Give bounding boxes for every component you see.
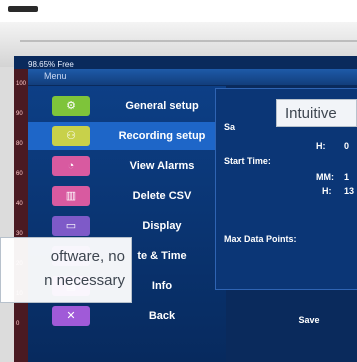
menu-item-label: Delete CSV (132, 190, 192, 202)
device-body: 98.65% Free Menu 100 90 80 60 40 30 20 1… (0, 22, 357, 362)
frame-edge (20, 40, 357, 42)
scale-tick: 40 (16, 201, 23, 207)
record-icon: ⚇ (52, 126, 90, 146)
free-space-label: 98.65% Free (28, 60, 74, 69)
menu-item-general-setup[interactable]: ⚙ General setup (28, 92, 226, 120)
top-bezel (0, 0, 357, 22)
callout-line: oftware, no (50, 248, 125, 265)
scale-tick: 90 (16, 111, 23, 117)
menu-panel: ⚙ General setup ⚇ Recording setup ◔ View… (28, 86, 226, 362)
callout-line: n necessary (44, 272, 125, 289)
menu-item-label: Display (142, 220, 182, 232)
menu-item-display[interactable]: ▭ Display (28, 212, 226, 240)
scale-tick: 60 (16, 171, 23, 177)
max-data-points-label: Max Data Points: (224, 234, 297, 244)
menu-item-label: View Alarms (129, 160, 195, 172)
sample-hours-value[interactable]: 0 (344, 141, 349, 151)
start-hours-label: H: (322, 186, 332, 196)
gear-icon: ⚙ (52, 96, 90, 116)
back-icon: ✕ (52, 306, 90, 326)
scale-tick: 100 (16, 81, 27, 87)
trash-icon: ▥ (52, 186, 90, 206)
camera-notch (8, 6, 38, 12)
menu-item-recording-setup[interactable]: ⚇ Recording setup (28, 122, 226, 150)
menu-item-label: Back (148, 310, 176, 322)
start-hours-value[interactable]: 13 (344, 186, 354, 196)
scale-tick: 0 (16, 321, 20, 327)
sample-hours-label: H: (316, 141, 326, 151)
display-icon: ▭ (52, 216, 90, 236)
scale-tick: 80 (16, 141, 23, 147)
callout-software: oftware, no n necessary (0, 237, 132, 303)
sample-label: Sa (224, 122, 236, 132)
menu-item-label: Recording setup (118, 130, 206, 142)
menu-item-delete-csv[interactable]: ▥ Delete CSV (28, 182, 226, 210)
callout-intuitive: Intuitive (276, 99, 357, 127)
start-minutes-label: MM: (316, 172, 334, 182)
header-bar (28, 69, 357, 85)
menu-item-label: General setup (125, 100, 199, 112)
alarm-icon: ◔ (52, 156, 90, 176)
menu-item-view-alarms[interactable]: ◔ View Alarms (28, 152, 226, 180)
level-scale: 100 90 80 60 40 30 20 10 0 (14, 69, 28, 362)
menu-title: Menu (44, 71, 67, 81)
start-minutes-value[interactable]: 1 (344, 172, 349, 182)
save-button[interactable]: Save (284, 309, 334, 331)
menu-item-back[interactable]: ✕ Back (28, 302, 226, 330)
start-time-label: Start Time: (224, 156, 271, 166)
